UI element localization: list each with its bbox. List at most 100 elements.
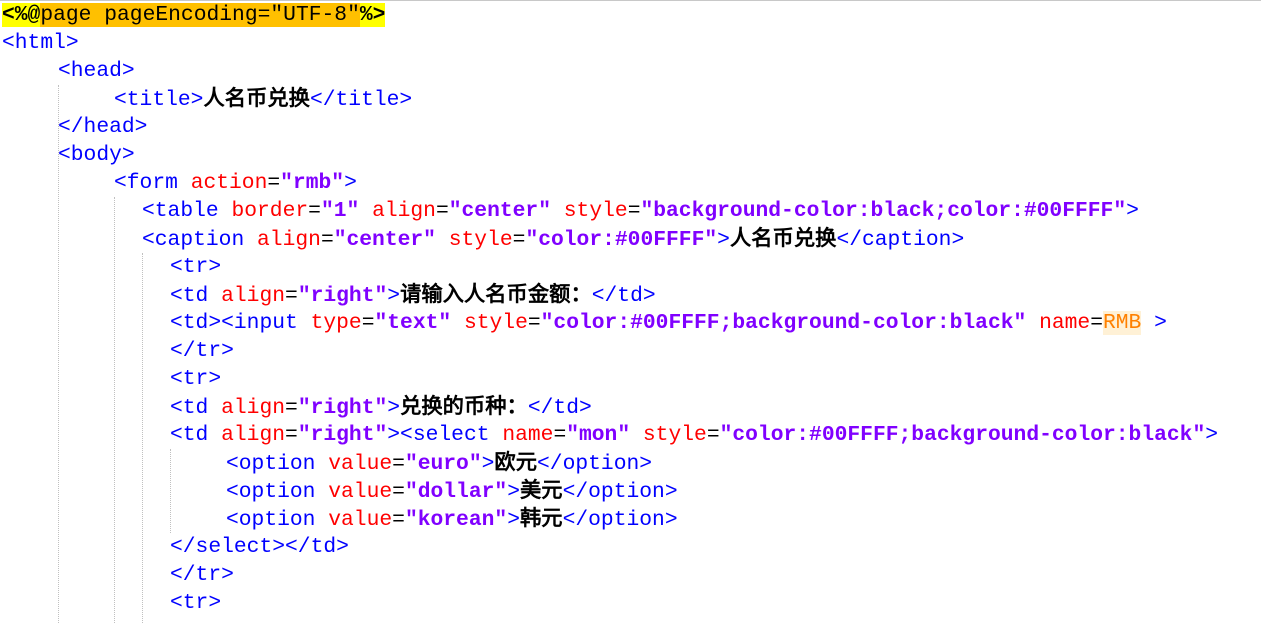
code-token: type bbox=[310, 311, 362, 335]
code-token: <title> bbox=[114, 88, 204, 112]
code-token: name bbox=[502, 423, 554, 447]
code-token: </head> bbox=[58, 115, 148, 139]
code-token: "text" bbox=[374, 311, 452, 335]
code-token: align bbox=[221, 423, 286, 447]
code-line[interactable]: <tr> bbox=[170, 253, 221, 281]
code-token: align bbox=[372, 199, 436, 223]
code-token: "mon" bbox=[566, 423, 631, 447]
indent-guide bbox=[114, 197, 115, 624]
code-token: </td> bbox=[591, 284, 656, 308]
code-line[interactable]: <tr> bbox=[170, 365, 221, 393]
code-line[interactable]: <td><input type="text" style="color:#00F… bbox=[170, 309, 1167, 337]
code-token: = bbox=[285, 423, 298, 447]
code-line[interactable]: <form action="rmb"> bbox=[114, 169, 357, 197]
code-line[interactable]: <body> bbox=[58, 141, 135, 169]
code-token: = bbox=[627, 199, 641, 223]
code-token: "center" bbox=[448, 199, 551, 223]
code-token: <head> bbox=[58, 59, 135, 83]
code-token: = bbox=[285, 284, 298, 308]
code-token: value bbox=[328, 508, 393, 532]
code-token: "color:#00FFFF" bbox=[525, 228, 718, 252]
code-token: <body> bbox=[58, 143, 135, 167]
code-token: <caption bbox=[142, 228, 258, 252]
code-token: RMB bbox=[1103, 311, 1142, 335]
code-token: = bbox=[527, 311, 541, 335]
code-token: align bbox=[257, 228, 321, 252]
code-line[interactable]: <option value="korean">韩元</option> bbox=[226, 505, 678, 533]
code-token: value bbox=[328, 452, 393, 476]
code-token: "rmb" bbox=[280, 171, 345, 195]
code-token: <td bbox=[170, 396, 222, 420]
code-line[interactable]: </tr> bbox=[170, 561, 234, 589]
code-token: = bbox=[285, 396, 298, 420]
code-token: 兑换的币种： bbox=[400, 394, 528, 419]
code-line[interactable]: </head> bbox=[58, 113, 147, 141]
code-token: <option bbox=[226, 452, 329, 476]
code-line[interactable]: <tr> bbox=[170, 589, 221, 617]
code-token: = bbox=[361, 311, 375, 335]
code-line[interactable]: <caption align="center" style="color:#00… bbox=[142, 225, 964, 253]
code-token: 人名币兑换 bbox=[729, 226, 837, 251]
code-token: style bbox=[642, 423, 707, 447]
code-token: "background-color:black;color:#00FFFF" bbox=[640, 199, 1127, 223]
code-token: border bbox=[231, 199, 309, 223]
code-token: </option> bbox=[562, 480, 678, 504]
code-line[interactable]: <td align="right">请输入人名币金额：</td> bbox=[170, 281, 656, 309]
code-line[interactable]: <option value="euro">欧元</option> bbox=[226, 449, 652, 477]
code-token: = bbox=[392, 508, 405, 532]
code-token: <td><input bbox=[170, 311, 311, 335]
code-line[interactable]: <table border="1" align="center" style="… bbox=[142, 197, 1139, 225]
code-token: = bbox=[1090, 311, 1103, 335]
code-editor[interactable]: <%@page pageEncoding="UTF-8"%> <html> <hea… bbox=[0, 0, 1261, 624]
code-token: "center" bbox=[333, 228, 436, 252]
code-token: <td bbox=[170, 284, 222, 308]
code-token: > bbox=[507, 508, 520, 532]
code-token: 韩元 bbox=[519, 506, 563, 531]
code-line[interactable]: <%@page pageEncoding="UTF-8"%> bbox=[2, 1, 386, 29]
code-line[interactable]: <title>人名币兑换</title> bbox=[114, 85, 412, 113]
code-token: align bbox=[221, 396, 286, 420]
code-token: <tr> bbox=[170, 255, 222, 279]
code-token: <option bbox=[226, 508, 329, 532]
code-token: > bbox=[481, 452, 495, 476]
code-line[interactable]: </select></td> bbox=[170, 533, 349, 561]
code-line[interactable]: <html> bbox=[2, 29, 79, 57]
code-token: 请输入人名币金额： bbox=[400, 282, 592, 307]
code-token: action bbox=[190, 171, 268, 195]
code-token: <td bbox=[170, 423, 222, 447]
code-token: "right" bbox=[297, 423, 388, 447]
code-token: > bbox=[1126, 199, 1139, 223]
code-line[interactable]: <head> bbox=[58, 57, 135, 85]
code-token: "korean" bbox=[404, 508, 508, 532]
indent-guide bbox=[142, 253, 143, 624]
code-line[interactable]: <option value="dollar">美元</option> bbox=[226, 477, 678, 505]
code-token: "1" bbox=[320, 199, 360, 223]
code-token: 美元 bbox=[519, 478, 563, 503]
code-token: style bbox=[463, 311, 528, 335]
code-token: = bbox=[512, 228, 526, 252]
code-token: </option> bbox=[537, 452, 653, 476]
code-token: style bbox=[448, 228, 513, 252]
code-token: = bbox=[320, 228, 334, 252]
code-line[interactable]: <td align="right">兑换的币种：</td> bbox=[170, 393, 592, 421]
code-token: "color:#00FFFF;background-color:black" bbox=[540, 311, 1027, 335]
code-token: page pageEncoding="UTF-8" bbox=[40, 3, 360, 27]
code-line[interactable]: <td align="right"><select name="mon" sty… bbox=[170, 421, 1218, 449]
code-token: style bbox=[563, 199, 628, 223]
code-token: name bbox=[1039, 311, 1091, 335]
code-token: </select></td> bbox=[170, 535, 349, 559]
code-token: = bbox=[706, 423, 720, 447]
code-token: <%@ bbox=[2, 3, 41, 27]
code-token: 欧元 bbox=[494, 450, 538, 475]
code-token: > bbox=[717, 228, 730, 252]
code-token: "euro" bbox=[404, 452, 482, 476]
code-token: "right" bbox=[297, 284, 388, 308]
code-token: <option bbox=[226, 480, 329, 504]
code-line[interactable]: </tr> bbox=[170, 337, 234, 365]
code-token: ><select bbox=[387, 423, 503, 447]
code-token: </title> bbox=[309, 88, 413, 112]
